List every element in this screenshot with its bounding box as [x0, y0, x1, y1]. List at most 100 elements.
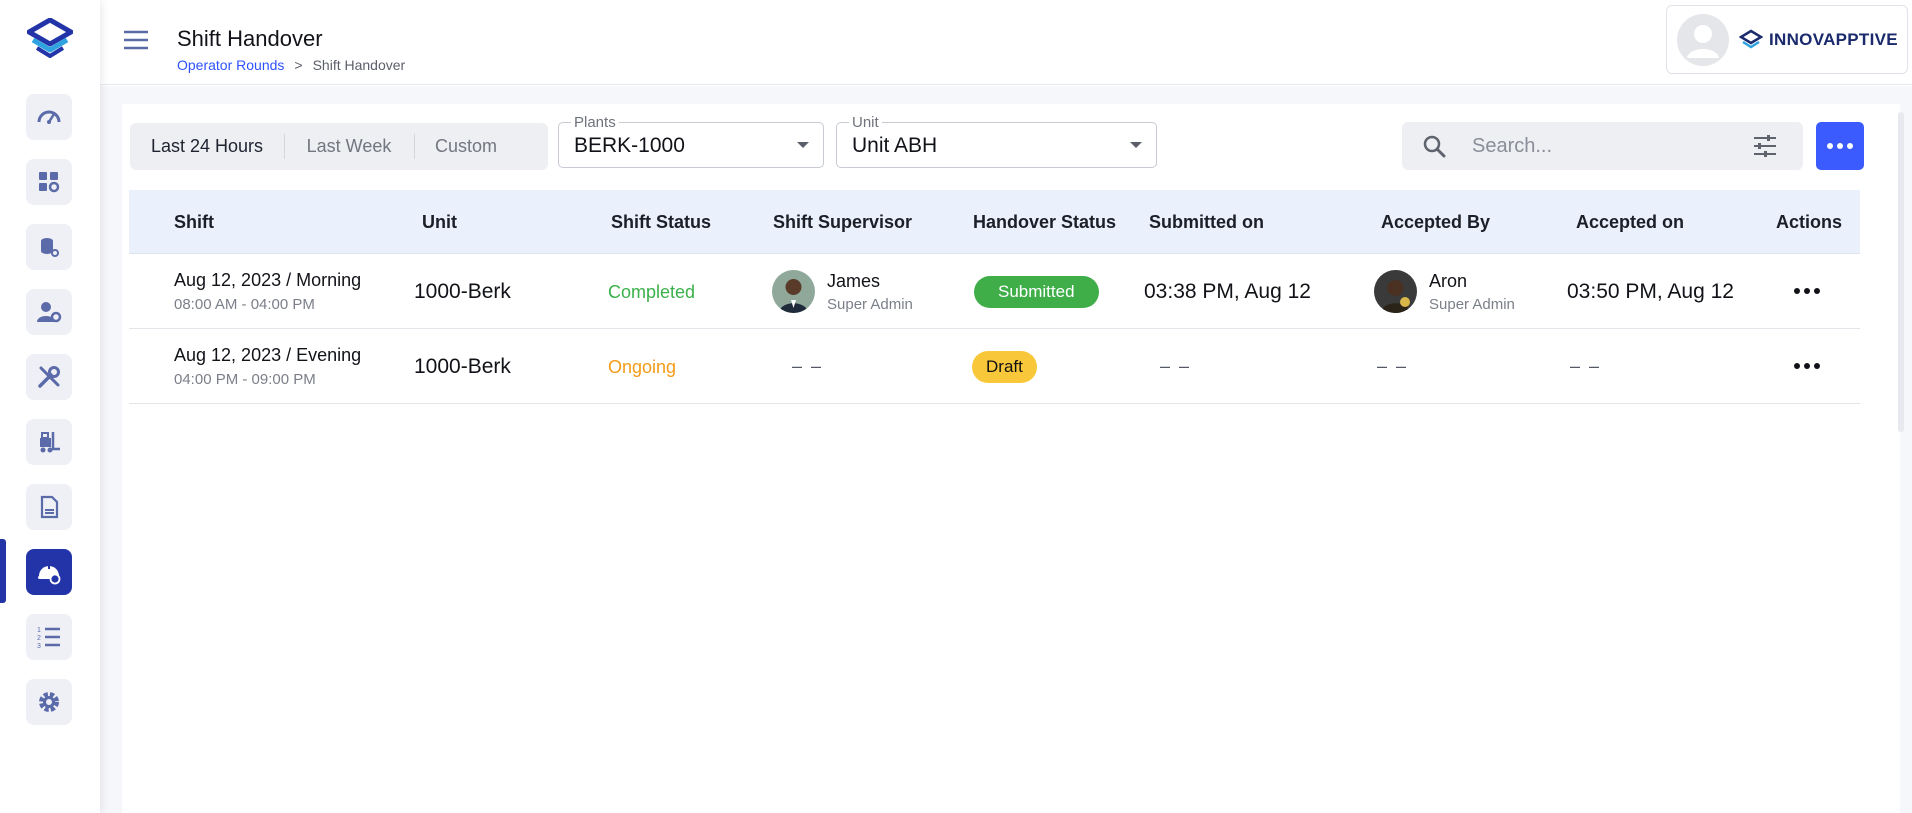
innovapptive-mark-icon — [1739, 29, 1763, 48]
innovapptive-logo-icon[interactable] — [26, 17, 74, 62]
column-header-handover-status[interactable]: Handover Status — [973, 212, 1116, 233]
user-settings-icon — [37, 302, 62, 323]
shift-status-cell: Ongoing — [608, 357, 677, 377]
sidebar-item-documents[interactable] — [26, 484, 72, 530]
accepted-by-role: Super Admin — [1429, 295, 1515, 313]
shift-name: Aug 12, 2023 / Evening — [174, 345, 362, 365]
action-dot — [1794, 288, 1800, 294]
handover-status-cell: Submitted — [974, 276, 1099, 308]
numbered-list-icon: 123 — [37, 627, 60, 650]
gauge-icon — [37, 110, 61, 124]
avatar — [1374, 270, 1417, 313]
search-icon — [1423, 135, 1446, 158]
hard-hat-icon — [38, 564, 61, 585]
more-dot — [1847, 143, 1853, 149]
submitted-on-cell: – – — [1160, 356, 1192, 376]
handover-status-cell: Draft — [972, 351, 1037, 383]
table-row[interactable]: Aug 12, 2023 / Evening 04:00 PM - 09:00 … — [129, 329, 1860, 404]
action-dot — [1814, 288, 1820, 294]
sidebar-item-rounds-list[interactable]: 123 — [26, 614, 72, 660]
avatar — [772, 270, 815, 313]
action-dot — [1804, 288, 1810, 294]
user-profile-box[interactable]: INNOVAPPTIVE — [1666, 5, 1908, 74]
sidebar-item-database-settings[interactable] — [26, 224, 72, 270]
search-box — [1402, 122, 1803, 170]
shift-status-cell: Completed — [608, 282, 696, 302]
shift-time: 08:00 AM - 04:00 PM — [174, 296, 315, 313]
time-range-toggle: Last 24 Hours Last Week Custom — [130, 123, 548, 170]
sidebar-item-user-settings[interactable] — [26, 289, 72, 335]
column-header-actions: Actions — [1776, 212, 1843, 232]
sidebar-item-tools[interactable] — [26, 354, 72, 400]
supervisor-cell: James Super Admin — [772, 270, 913, 313]
column-header-accepted-by[interactable]: Accepted By — [1381, 212, 1490, 233]
document-icon — [40, 495, 59, 519]
plants-label: Plants — [571, 114, 619, 131]
shift-time: 04:00 PM - 09:00 PM — [174, 371, 316, 388]
forklift-icon — [40, 432, 60, 453]
gear-icon — [39, 692, 59, 712]
column-header-shift-status[interactable]: Shift Status — [611, 212, 711, 233]
action-dot — [1814, 363, 1820, 369]
app: 123 Shift Handover Operator Rounds > Shi… — [0, 0, 1912, 813]
unit-value: Unit ABH — [852, 134, 938, 157]
range-last-24-hours[interactable]: Last 24 Hours — [130, 123, 284, 170]
supervisor-role: Super Admin — [827, 295, 913, 313]
accepted-by-cell: – – — [1377, 356, 1409, 376]
more-dot — [1837, 143, 1843, 149]
more-options-button[interactable] — [1816, 122, 1864, 170]
row-actions-menu-icon[interactable] — [1794, 288, 1820, 294]
tools-icon — [38, 366, 60, 388]
plants-select[interactable]: Plants BERK-1000 — [558, 114, 824, 168]
column-header-shift-supervisor[interactable]: Shift Supervisor — [773, 212, 912, 233]
action-dot — [1804, 363, 1810, 369]
status-badge: Draft — [972, 351, 1037, 383]
supervisor-name: James — [827, 270, 881, 291]
table-row[interactable]: Aug 12, 2023 / Morning 08:00 AM - 04:00 … — [129, 254, 1860, 329]
range-custom[interactable]: Custom — [414, 123, 518, 170]
unit-select[interactable]: Unit Unit ABH — [836, 114, 1157, 168]
vertical-scrollbar[interactable] — [1898, 112, 1904, 432]
svg-text:2: 2 — [37, 635, 41, 642]
search-input[interactable] — [1472, 130, 1742, 162]
svg-text:1: 1 — [37, 627, 41, 634]
sidebar-active-indicator — [0, 539, 6, 603]
sidebar-item-settings[interactable] — [26, 679, 72, 725]
column-header-unit[interactable]: Unit — [422, 212, 457, 233]
shift-cell: Aug 12, 2023 / Morning 08:00 AM - 04:00 … — [174, 270, 361, 313]
supervisor-cell: – – — [792, 356, 824, 376]
accepted-by-name: Aron — [1429, 270, 1468, 291]
sidebar: 123 — [0, 0, 100, 813]
sidebar-item-shift-handover[interactable] — [26, 549, 72, 595]
unit-label: Unit — [849, 114, 882, 131]
breadcrumb-separator: > — [294, 57, 303, 73]
plants-value: BERK-1000 — [574, 134, 685, 157]
breadcrumb: Operator Rounds > Shift Handover — [177, 57, 405, 73]
sidebar-item-dashboard[interactable] — [26, 94, 72, 140]
range-last-week[interactable]: Last Week — [284, 123, 414, 170]
unit-cell: 1000-Berk — [414, 280, 511, 303]
action-dot — [1794, 363, 1800, 369]
column-header-accepted-on[interactable]: Accepted on — [1576, 212, 1684, 233]
sidebar-item-equipment[interactable] — [26, 419, 72, 465]
accepted-on-cell: 03:50 PM, Aug 12 — [1567, 280, 1734, 303]
page-title: Shift Handover — [177, 26, 323, 51]
row-actions-menu-icon[interactable] — [1794, 363, 1820, 369]
breadcrumb-operator-rounds[interactable]: Operator Rounds — [177, 57, 284, 73]
filter-sliders-icon[interactable] — [1752, 134, 1778, 158]
brand-logo: INNOVAPPTIVE — [1739, 29, 1898, 51]
chevron-down-icon — [797, 142, 809, 148]
column-header-shift[interactable]: Shift — [174, 212, 214, 233]
database-settings-icon — [41, 238, 59, 257]
accepted-on-cell: – – — [1570, 356, 1602, 376]
shift-cell: Aug 12, 2023 / Evening 04:00 PM - 09:00 … — [174, 345, 361, 388]
breadcrumb-current: Shift Handover — [312, 57, 406, 73]
hamburger-menu-icon[interactable] — [122, 28, 150, 52]
submitted-on-cell: 03:38 PM, Aug 12 — [1144, 280, 1311, 303]
more-dot — [1827, 143, 1833, 149]
column-header-submitted-on[interactable]: Submitted on — [1149, 212, 1264, 233]
status-badge: Submitted — [974, 276, 1099, 308]
shift-name: Aug 12, 2023 / Morning — [174, 270, 362, 290]
dashboard-settings-icon — [39, 172, 60, 193]
sidebar-item-dashboard-settings[interactable] — [26, 159, 72, 205]
